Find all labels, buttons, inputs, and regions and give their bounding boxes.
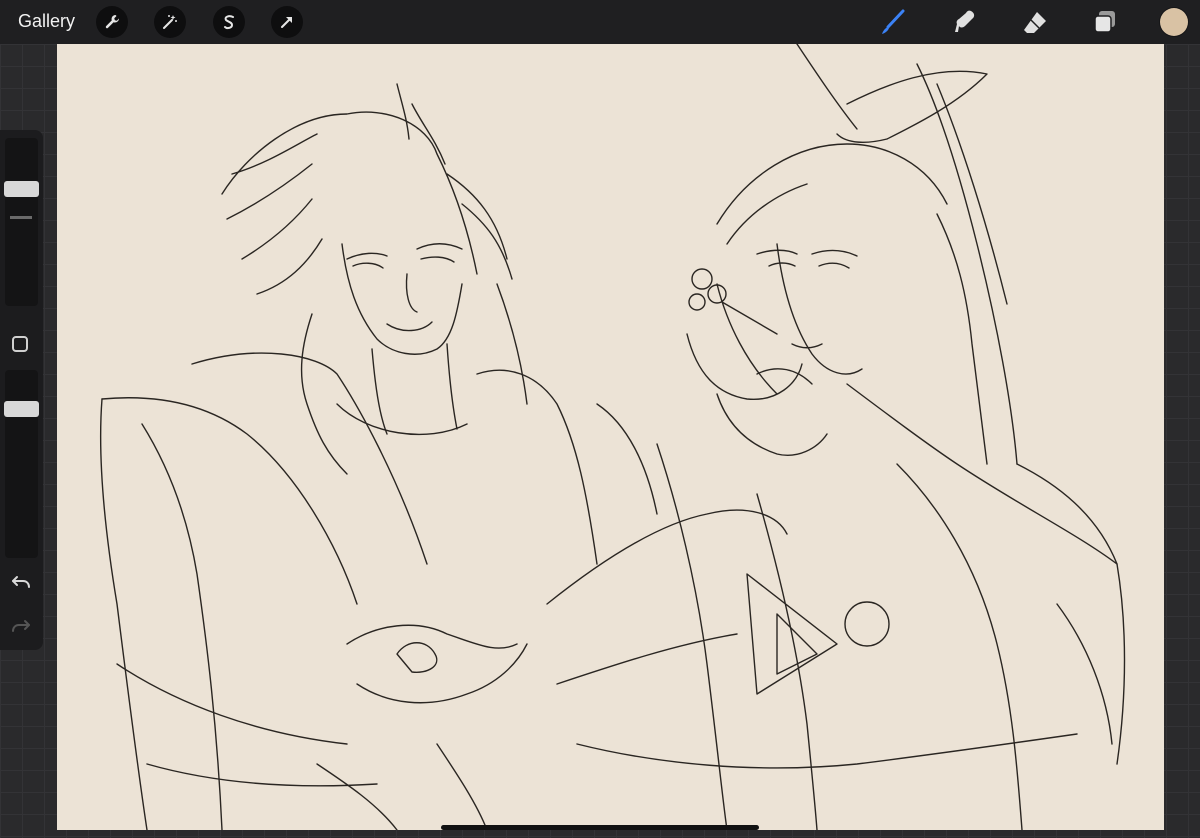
brush-size-knob[interactable] [4,181,39,197]
actions-button[interactable] [96,6,128,38]
eraser-icon [1024,12,1046,33]
opacity-slider[interactable] [4,370,39,558]
home-indicator[interactable] [441,825,759,830]
redo-button[interactable] [8,615,34,637]
slider-divider [10,216,32,219]
modify-button[interactable] [12,336,28,352]
gallery-button[interactable]: Gallery [18,11,75,32]
selection-icon [224,15,234,30]
brush-tool[interactable] [878,7,908,37]
transform-arrow-icon [281,17,292,28]
smudge-tool[interactable] [950,7,980,37]
undo-icon [12,576,30,588]
layers-button[interactable] [1090,7,1120,37]
smudge-icon [955,10,975,32]
layers-icon [1094,11,1115,33]
selection-button[interactable] [213,6,245,38]
adjustments-button[interactable] [154,6,186,38]
opacity-knob[interactable] [4,401,39,417]
color-swatch[interactable] [1160,8,1188,36]
drawing-canvas[interactable] [57,44,1164,830]
eraser-tool[interactable] [1020,7,1050,37]
magic-wand-icon [163,15,177,29]
wrench-icon [105,15,119,29]
redo-icon [12,620,30,632]
line-art-sketch [57,44,1164,830]
brush-size-slider[interactable] [4,138,39,306]
undo-button[interactable] [8,571,34,593]
transform-button[interactable] [271,6,303,38]
top-toolbar: Gallery [0,0,1200,44]
left-sidebar [0,130,43,650]
brush-icon [882,9,905,34]
